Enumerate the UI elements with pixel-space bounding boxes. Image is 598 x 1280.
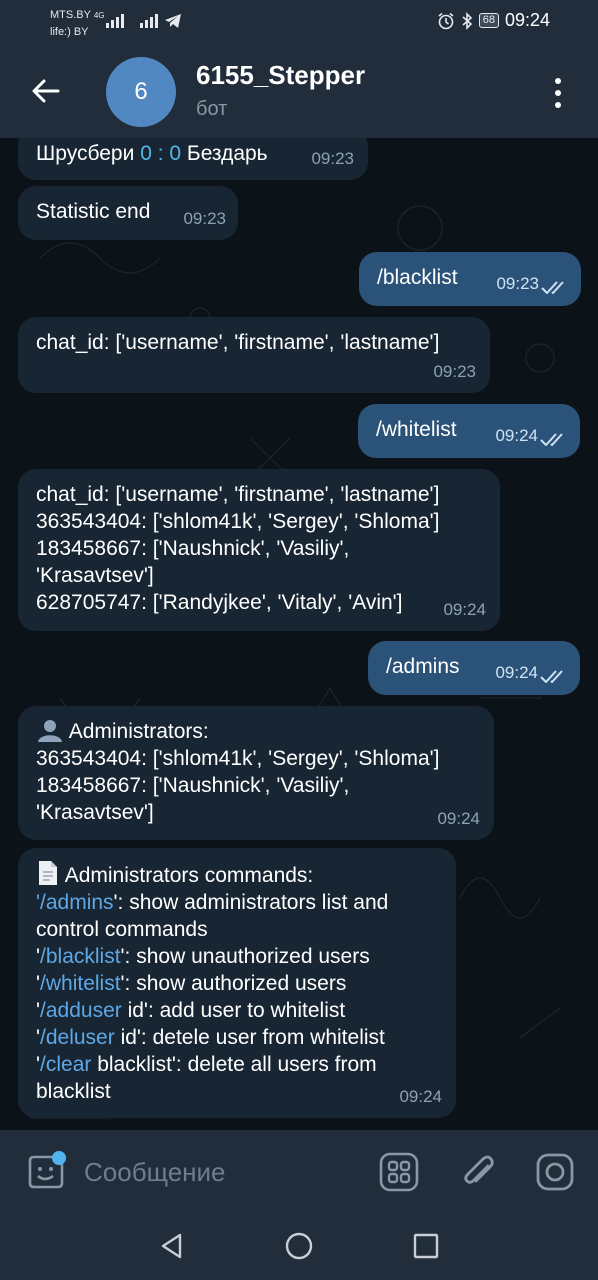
telegram-icon bbox=[165, 14, 181, 28]
command-link-clear[interactable]: /clear bbox=[40, 1053, 91, 1076]
more-menu-icon[interactable] bbox=[548, 78, 568, 108]
message-line: 363543404: ['shlom41k', 'Sergey', 'Shlom… bbox=[36, 747, 440, 770]
message-outgoing[interactable]: /whitelist 09:24 bbox=[358, 404, 580, 458]
carrier-1: MTS.BY bbox=[50, 9, 91, 21]
command-description: id': detele user from whitelist bbox=[114, 1026, 385, 1049]
command-description: ': show unauthorized users bbox=[120, 945, 370, 968]
back-arrow-icon[interactable] bbox=[30, 77, 62, 105]
status-right: 68 09:24 bbox=[437, 10, 550, 31]
command-description: blacklist': delete all users from bbox=[91, 1053, 377, 1076]
chat-title[interactable]: 6155_Stepper bbox=[196, 60, 365, 91]
command-description: blacklist bbox=[36, 1080, 111, 1103]
message-line: 183458667: ['Naushnick', 'Vasiliy', bbox=[36, 537, 350, 560]
command-description: ': show administrators list and bbox=[113, 891, 389, 914]
alarm-icon bbox=[438, 12, 454, 29]
attach-icon[interactable] bbox=[458, 1152, 498, 1192]
nav-recents-icon[interactable] bbox=[412, 1232, 440, 1260]
message-heading: Administrators: bbox=[68, 720, 209, 743]
command-link-admins[interactable]: /admins bbox=[40, 891, 114, 914]
message-incoming[interactable]: chat_id: ['username', 'firstname', 'last… bbox=[18, 317, 490, 393]
chat-header: 6 6155_Stepper бот bbox=[0, 44, 598, 138]
system-navigation-bar bbox=[0, 1212, 598, 1280]
carrier-2: life:) BY bbox=[50, 26, 89, 38]
message-text: Бездарь bbox=[186, 142, 268, 165]
command-description: id': add user to whitelist bbox=[121, 999, 346, 1022]
message-outgoing[interactable]: /blacklist 09:23 bbox=[359, 252, 581, 306]
emoji-sticker-icon[interactable] bbox=[24, 1151, 66, 1193]
nav-back-icon[interactable] bbox=[158, 1232, 186, 1260]
message-time: 09:23 bbox=[496, 274, 539, 293]
message-incoming[interactable]: Administrators: 363543404: ['shlom41k', … bbox=[18, 706, 494, 840]
command-description: control commands bbox=[36, 918, 208, 941]
command-link-blacklist[interactable]: /blacklist bbox=[40, 945, 121, 968]
command-link-whitelist[interactable]: /whitelist bbox=[40, 972, 121, 995]
message-text: /blacklist bbox=[377, 266, 458, 289]
read-checkmarks-icon bbox=[541, 281, 564, 294]
bot-commands-icon[interactable] bbox=[379, 1152, 419, 1192]
message-heading: Administrators commands: bbox=[64, 864, 314, 887]
message-input[interactable]: Сообщение bbox=[84, 1157, 226, 1188]
message-time: 09:24 bbox=[495, 426, 538, 445]
message-time: 09:23 bbox=[311, 149, 354, 168]
message-incoming[interactable]: Administrators commands: '/admins': show… bbox=[18, 848, 456, 1118]
chat-subtitle: бот bbox=[196, 98, 228, 120]
message-time: 09:24 bbox=[437, 809, 480, 828]
message-time: 09:24 bbox=[399, 1087, 442, 1106]
message-time: 09:24 bbox=[495, 663, 538, 682]
camera-icon[interactable] bbox=[535, 1152, 575, 1192]
message-line: 183458667: ['Naushnick', 'Vasiliy', bbox=[36, 774, 350, 797]
message-text: Шрусбери bbox=[36, 142, 135, 165]
nav-home-icon[interactable] bbox=[284, 1231, 314, 1261]
bluetooth-icon bbox=[462, 11, 472, 30]
score-text: 0 : 0 bbox=[140, 142, 182, 165]
signal-icon bbox=[106, 12, 124, 28]
network-type: 4G bbox=[93, 11, 105, 20]
message-text: /whitelist bbox=[376, 418, 457, 441]
status-time: 09:24 bbox=[504, 10, 550, 30]
message-line: 'Krasavtsev'] bbox=[36, 801, 154, 824]
read-checkmarks-icon bbox=[540, 433, 563, 446]
message-line: chat_id: ['username', 'firstname', 'last… bbox=[36, 483, 440, 506]
message-incoming[interactable]: chat_id: ['username', 'firstname', 'last… bbox=[18, 469, 500, 631]
read-checkmarks-icon bbox=[540, 670, 563, 683]
command-link-adduser[interactable]: /adduser bbox=[40, 999, 122, 1022]
signal-icon-2 bbox=[140, 12, 158, 28]
message-time: 09:24 bbox=[443, 600, 486, 619]
message-text: chat_id: ['username', 'firstname', 'last… bbox=[36, 331, 440, 354]
status-bar: MTS.BY 4G life:) BY 68 09:24 bbox=[0, 0, 598, 44]
message-time: 09:23 bbox=[183, 209, 226, 228]
user-icon bbox=[38, 720, 62, 742]
message-text: /admins bbox=[386, 655, 460, 678]
command-description: ': show authorized users bbox=[120, 972, 347, 995]
message-line: 628705747: ['Randyjkee', 'Vitaly', 'Avin… bbox=[36, 591, 403, 614]
message-incoming[interactable]: Statistic end 09:23 bbox=[18, 186, 238, 240]
message-incoming[interactable]: Шрусбери 0 : 0 Бездарь 09:23 bbox=[18, 138, 368, 180]
battery-indicator: 68 bbox=[478, 13, 499, 28]
message-text: Statistic end bbox=[36, 200, 151, 223]
document-icon bbox=[39, 861, 57, 885]
message-outgoing[interactable]: /admins 09:24 bbox=[368, 641, 580, 695]
message-time: 09:23 bbox=[433, 362, 476, 381]
carrier-info: MTS.BY 4G life:) BY bbox=[50, 7, 105, 40]
avatar[interactable]: 6 bbox=[106, 57, 176, 127]
chat-area[interactable]: Шрусбери 0 : 0 Бездарь 09:23 Statistic e… bbox=[0, 138, 598, 1130]
command-link-deluser[interactable]: /deluser bbox=[40, 1026, 115, 1049]
message-line: 363543404: ['shlom41k', 'Sergey', 'Shlom… bbox=[36, 510, 440, 533]
message-line: 'Krasavtsev'] bbox=[36, 564, 154, 587]
message-input-bar: Сообщение bbox=[0, 1130, 598, 1212]
